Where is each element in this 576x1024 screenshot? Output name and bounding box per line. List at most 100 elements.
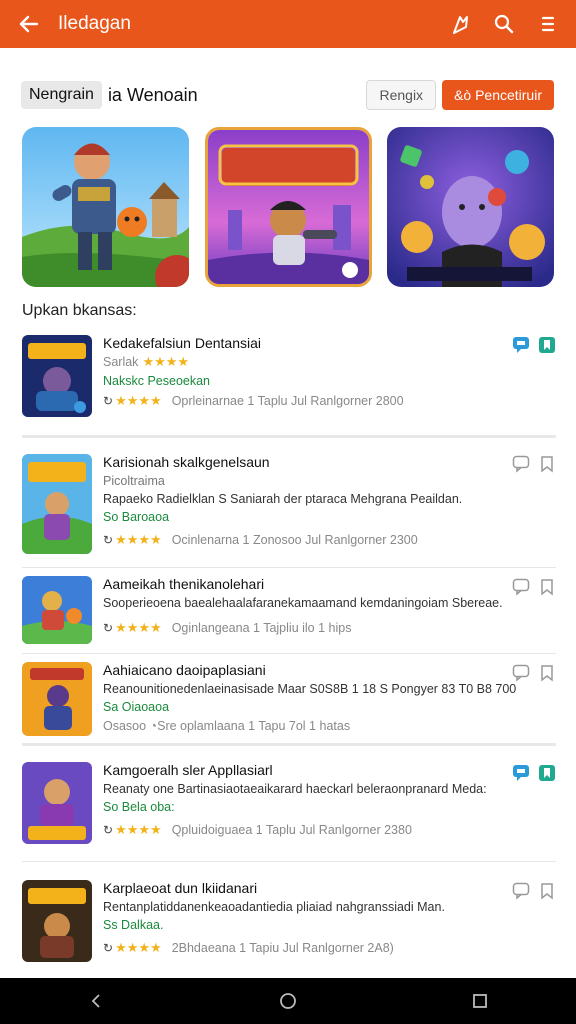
item-info: Kamgoeralh sler Appllasiarl Reanaty one … — [103, 762, 556, 861]
comment-icon — [513, 765, 529, 781]
bookmark-icon — [539, 337, 555, 353]
comment-button[interactable] — [512, 578, 530, 596]
menu-button[interactable] — [526, 0, 570, 48]
bookmark-icon — [541, 456, 553, 473]
hero-warrior-art — [22, 127, 189, 287]
list-item[interactable]: Karplaeoat dun lkiidanari Rentanplatidda… — [22, 862, 556, 980]
item-meta: Ocinlenarna 1 Zonosoo Jul Ranlgorner 230… — [171, 533, 418, 547]
item-meta: Oprleinarnae 1 Taplu Jul Ranlgorner 2800 — [171, 394, 404, 408]
search-button[interactable] — [482, 0, 526, 48]
secondary-button[interactable]: Rengix — [366, 80, 437, 110]
list-item[interactable]: Aameikah thenikanolehari Sooperieoena ba… — [22, 568, 556, 654]
banner-characters[interactable] — [387, 127, 554, 287]
bookmark-button[interactable] — [538, 764, 556, 782]
nav-back-button[interactable] — [76, 981, 116, 1021]
sort-icon — [453, 16, 468, 34]
item-tag: Nakskc Peseoekan — [103, 374, 211, 388]
list-item[interactable]: Aahiaicano daoipaplasiani Reanounitioned… — [22, 654, 556, 746]
bookmark-button[interactable] — [538, 336, 556, 354]
list-item[interactable]: Kedakefalsiun Dentansiai Sarlak ★★★★ Nak… — [22, 330, 556, 438]
comment-button[interactable] — [512, 336, 530, 354]
game-logo-art — [207, 130, 369, 284]
item-name: Karisionah skalkgenelsaun — [103, 454, 270, 470]
bookmark-button[interactable] — [538, 578, 556, 596]
refresh-icon: ↻ — [103, 823, 114, 837]
comment-button[interactable] — [512, 882, 530, 900]
comment-icon — [512, 882, 530, 900]
refresh-icon: ↻ — [103, 533, 114, 547]
item-actions — [512, 664, 556, 682]
item-meta-row: ↻ ★★★★ Ocinlenarna 1 Zonosoo Jul Ranlgor… — [103, 532, 556, 548]
nav-recents-button[interactable] — [460, 981, 500, 1021]
item-meta: Qpluidoiguaea 1 Taplu Jul Ranlgorner 238… — [171, 823, 412, 837]
bookmark-button[interactable] — [538, 664, 556, 682]
system-nav-bar — [0, 978, 576, 1024]
comment-button[interactable] — [512, 455, 530, 473]
item-tag: Sa Oiaoaoa — [103, 700, 170, 714]
banner-game-logo[interactable] — [204, 127, 372, 287]
item-name: Kedakefalsiun Dentansiai — [103, 335, 261, 351]
comment-button[interactable] — [512, 664, 530, 682]
star-rating: ★★★★ — [115, 822, 162, 837]
back-button[interactable] — [0, 0, 58, 48]
app-thumbnail — [22, 335, 92, 417]
item-description: Sooperieoena baealehaalafaranekamaamand … — [103, 596, 503, 610]
comment-icon — [512, 664, 530, 682]
filter-chip[interactable]: Nengrain — [21, 81, 102, 109]
item-meta-row: Osasoo ◔Sre oplamlaana 1 Tapu 7ol 1 hata… — [103, 719, 556, 733]
item-info: Karplaeoat dun lkiidanari Rentanplatidda… — [103, 880, 556, 979]
list-item[interactable]: Karisionah skalkgenelsaun Picoltraima Ra… — [22, 438, 556, 568]
star-rating: ★★★★ — [142, 354, 190, 369]
item-name: Kamgoeralh sler Appllasiarl — [103, 762, 273, 778]
banner-hero-warrior[interactable] — [22, 127, 189, 287]
app-bar: Iledagan — [0, 0, 576, 48]
list-item[interactable]: Kamgoeralh sler Appllasiarl Reanaty one … — [22, 746, 556, 862]
back-triangle-icon — [91, 994, 100, 1008]
bookmark-button[interactable] — [538, 882, 556, 900]
refresh-icon: ↻ — [103, 621, 114, 635]
item-description: Rentanplatiddanenkeaoadantiedia pliaiad … — [103, 900, 445, 914]
comment-icon — [513, 337, 529, 353]
item-info: Aahiaicano daoipaplasiani Reanounitioned… — [103, 662, 556, 743]
filter-bar: Nengrain ia Wenoain Rengix &ò Pencetirui… — [21, 80, 554, 110]
item-meta: 2Bhdaeana 1 Tapiu Jul Ranlgorner 2A8) — [171, 941, 394, 955]
refresh-icon: ↻ — [103, 394, 114, 408]
item-name: Aameikah thenikanolehari — [103, 576, 265, 592]
comment-button[interactable] — [512, 764, 530, 782]
item-info: Aameikah thenikanolehari Sooperieoena ba… — [103, 576, 556, 653]
nav-home-button[interactable] — [268, 981, 308, 1021]
item-info: Karisionah skalkgenelsaun Picoltraima Ra… — [103, 454, 556, 567]
comment-icon — [512, 578, 530, 596]
app-thumbnail — [22, 662, 92, 736]
item-tag: So Baroaoa — [103, 510, 170, 524]
star-rating: ★★★★ — [115, 393, 162, 408]
item-meta-row: ↻ ★★★★ Oprleinarnae 1 Taplu Jul Ranlgorn… — [103, 393, 556, 409]
item-name: Karplaeoat dun lkiidanari — [103, 880, 258, 896]
item-meta-row: ↻ ★★★★ Oginlangeana 1 Tajpliu ilo 1 hips — [103, 620, 556, 636]
filter-title: ia Wenoain — [107, 84, 198, 105]
characters-art — [387, 127, 554, 287]
item-actions — [512, 882, 556, 900]
search-icon — [494, 14, 514, 34]
item-meta: Oginlangeana 1 Tajpliu ilo 1 hips — [171, 621, 352, 635]
item-description: Reanounitionedenlaeinasisade Maar S0S8B … — [103, 682, 517, 696]
bookmark-icon — [541, 579, 553, 596]
app-title: Iledagan — [58, 13, 131, 34]
menu-icon — [541, 16, 555, 32]
bookmark-icon — [541, 665, 553, 682]
item-name: Aahiaicano daoipaplasiani — [103, 662, 266, 678]
refresh-icon: ↻ — [103, 941, 114, 955]
item-rating-label: Sarlak — [103, 355, 139, 369]
sort-button[interactable] — [438, 0, 482, 48]
bookmark-icon — [539, 765, 555, 781]
item-meta: Osasoo ◔Sre oplamlaana 1 Tapu 7ol 1 hata… — [103, 719, 351, 733]
item-description: Rapaeko Radielklan S Saniarah der ptarac… — [103, 492, 463, 506]
recents-square-icon — [473, 994, 487, 1008]
item-meta-row: ↻ ★★★★ 2Bhdaeana 1 Tapiu Jul Ranlgorner … — [103, 940, 556, 956]
featured-banners — [22, 127, 554, 287]
item-actions — [512, 455, 556, 473]
bookmark-button[interactable] — [538, 455, 556, 473]
primary-button[interactable]: &ò Pencetiruir — [442, 80, 554, 110]
item-info: Kedakefalsiun Dentansiai Sarlak ★★★★ Nak… — [103, 335, 556, 435]
app-thumbnail — [22, 762, 92, 844]
